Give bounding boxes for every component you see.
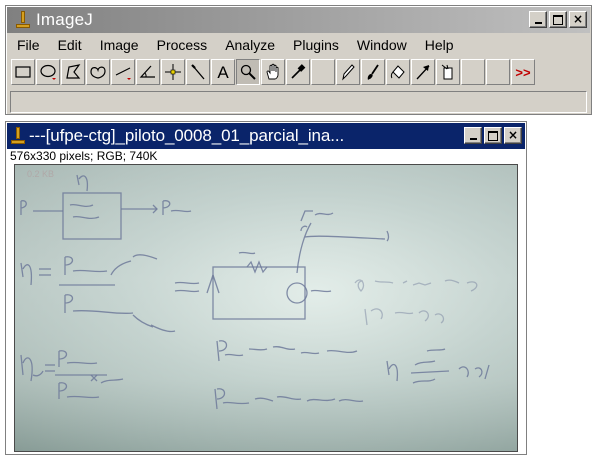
empty-slot-3 [486,59,510,85]
angle-tool[interactable] [136,59,160,85]
freehand-tool[interactable] [86,59,110,85]
oval-icon [40,64,56,80]
menu-plugins[interactable]: Plugins [283,37,347,53]
imagej-microscope-icon [16,11,30,29]
image-title-bar[interactable]: ---[ufpe-ctg]_piloto_0008_01_parcial_ina… [7,123,525,149]
whiteboard-photo[interactable]: 0.2 KB [14,164,518,452]
menu-edit[interactable]: Edit [48,37,90,53]
main-title-bar[interactable]: ImageJ × [7,7,590,33]
flood-fill-icon [390,65,405,79]
developer-menu-tool[interactable] [436,59,460,85]
flood-fill-tool[interactable] [386,59,410,85]
plugin-icon [441,64,453,80]
dropper-icon [291,64,306,79]
crosshair-icon [165,64,181,80]
arrow-tool[interactable] [411,59,435,85]
menu-analyze[interactable]: Analyze [215,37,283,53]
menu-help[interactable]: Help [415,37,462,53]
tool-bar: A >> [11,59,536,87]
whiteboard-drawing: 0.2 KB [20,169,490,410]
empty-slot-2 [461,59,485,85]
more-tools-button[interactable]: >> [511,59,535,85]
pencil-tool[interactable] [336,59,360,85]
oval-tool[interactable] [36,59,60,85]
menu-bar: File Edit Image Process Analyze Plugins … [7,35,590,55]
image-window-title: ---[ufpe-ctg]_piloto_0008_01_parcial_ina… [29,126,345,145]
imagej-main-window: ImageJ × File Edit Image Process Analyze… [5,5,592,115]
brush-icon [367,64,379,80]
image-maximize-button[interactable] [484,127,502,144]
scroll-tool[interactable] [261,59,285,85]
image-info-text: 576x330 pixels; RGB; 740K [10,149,158,163]
main-window-title: ImageJ [36,10,93,29]
angle-icon [139,65,155,78]
brush-tool[interactable] [361,59,385,85]
text-tool[interactable]: A [211,59,235,85]
wand-icon [191,64,205,80]
magnifier-tool[interactable] [236,59,260,85]
point-tool[interactable] [161,59,185,85]
rectangle-tool[interactable] [11,59,35,85]
text-icon: A [217,62,229,82]
double-chevron-icon: >> [515,64,531,80]
rectangle-icon [15,66,31,78]
menu-file[interactable]: File [7,37,48,53]
hand-icon [266,63,279,80]
menu-window[interactable]: Window [347,37,415,53]
close-button[interactable]: × [569,11,587,28]
line-tool[interactable] [111,59,135,85]
polygon-tool[interactable] [61,59,85,85]
status-bar [10,91,587,113]
maximize-button[interactable] [549,11,567,28]
freehand-icon [90,66,106,79]
imagej-microscope-icon [11,127,25,145]
pencil-icon [342,64,355,81]
svg-text:0.2 KB: 0.2 KB [27,169,54,179]
minimize-button[interactable] [529,11,547,28]
menu-image[interactable]: Image [90,37,147,53]
menu-process[interactable]: Process [147,37,216,53]
wand-tool[interactable] [186,59,210,85]
line-icon [115,67,131,80]
dropper-tool[interactable] [286,59,310,85]
arrow-icon [416,65,430,80]
image-window: ---[ufpe-ctg]_piloto_0008_01_parcial_ina… [5,121,527,455]
image-close-button[interactable]: × [504,127,522,144]
empty-slot-1 [311,59,335,85]
polygon-icon [66,64,81,79]
image-minimize-button[interactable] [464,127,482,144]
magnifier-icon [240,64,256,80]
